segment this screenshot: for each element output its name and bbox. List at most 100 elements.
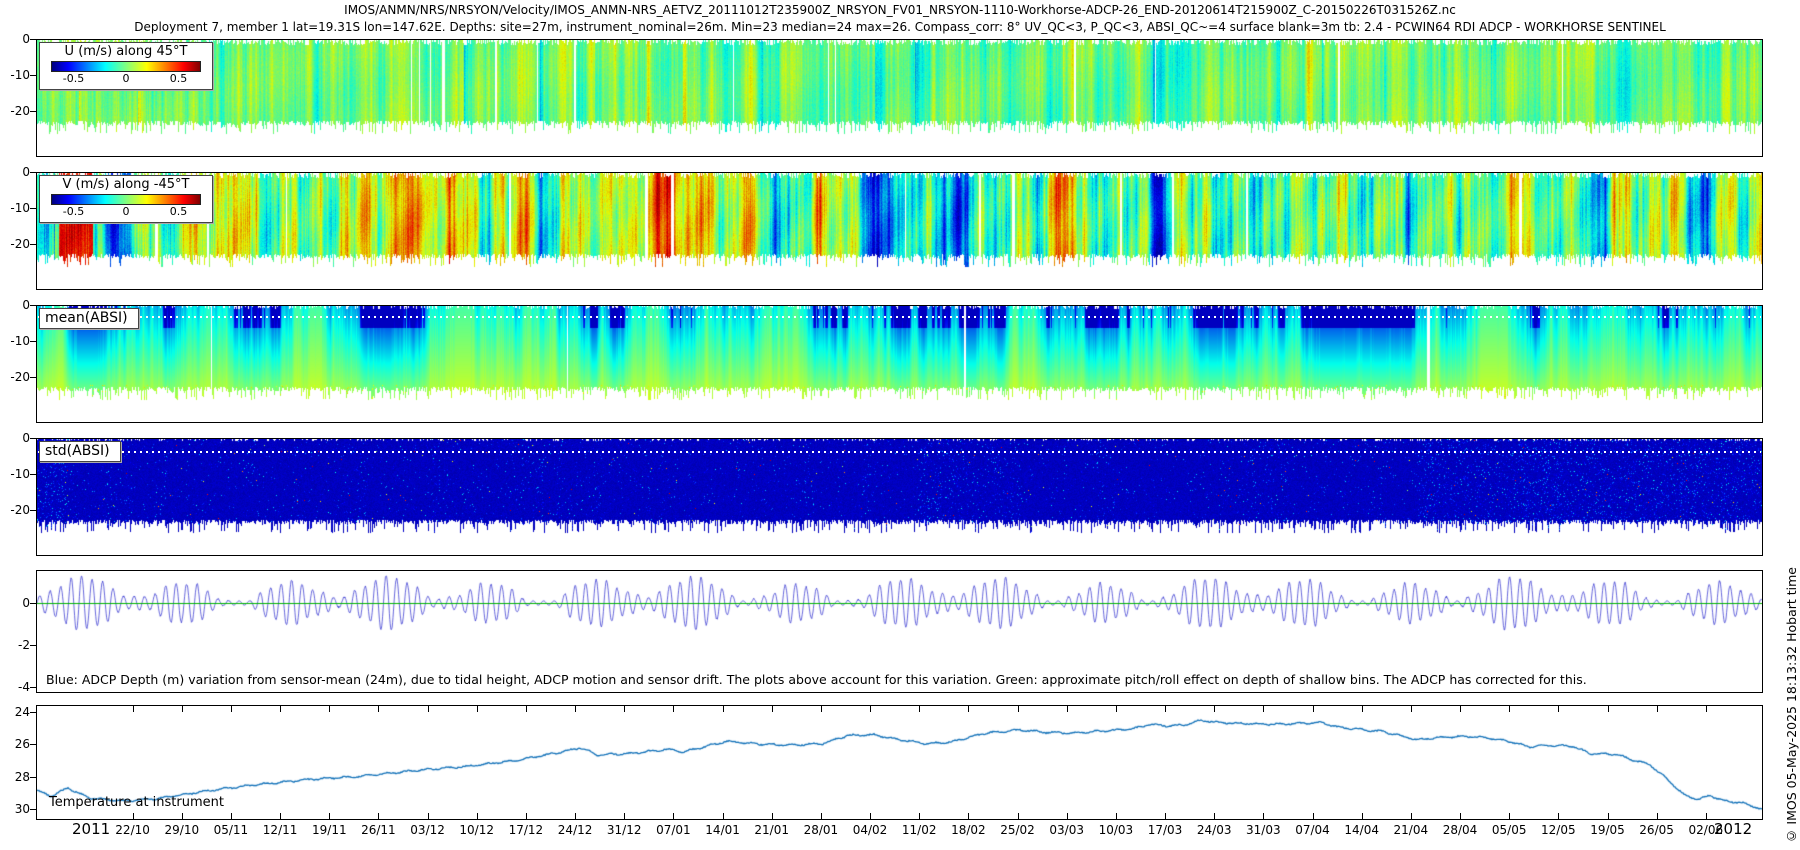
temp-xtick-bottom	[1214, 813, 1215, 819]
temp-xtick-bottom	[575, 813, 576, 819]
x-axis-date-label: 12/11	[258, 823, 302, 837]
std-absi-ytick-mark	[30, 438, 36, 439]
x-axis-date-label: 22/10	[111, 823, 155, 837]
u-colorbar-gradient	[51, 61, 201, 72]
temp-xtick-bottom	[1165, 813, 1166, 819]
temp-xtick-top	[1165, 706, 1166, 712]
x-axis-date-label: 05/05	[1487, 823, 1531, 837]
temp-xtick-bottom	[1263, 813, 1264, 819]
temp-xtick-top	[1558, 706, 1559, 712]
temp-xtick-top	[1313, 706, 1314, 712]
temp-xtick-top	[1460, 706, 1461, 712]
temp-xtick-top	[1657, 706, 1658, 712]
temp-xtick-bottom	[1411, 813, 1412, 819]
temp-xtick-bottom	[870, 813, 871, 819]
u-colorbar-legend: U (m/s) along 45°T -0.5 0 0.5	[39, 42, 213, 90]
std-absi-ytick-label: 0	[4, 431, 30, 445]
temp-xtick-bottom	[280, 813, 281, 819]
x-axis-date-label: 19/05	[1586, 823, 1630, 837]
temp-xtick-top	[526, 706, 527, 712]
mean-absi-ytick-mark	[30, 341, 36, 342]
panel-std-absi: std(ABSI)	[36, 438, 1763, 556]
temp-ytick-mark	[30, 809, 36, 810]
u-ytick-label: -20	[4, 104, 30, 118]
temp-xtick-bottom	[231, 813, 232, 819]
v-velocity-heatmap	[37, 173, 1762, 289]
temp-xtick-bottom	[477, 813, 478, 819]
temp-xtick-bottom	[919, 813, 920, 819]
temp-xtick-top	[821, 706, 822, 712]
temp-xtick-bottom	[723, 813, 724, 819]
x-axis-date-label: 05/11	[209, 823, 253, 837]
v-legend-title: V (m/s) along -45°T	[40, 177, 212, 193]
temp-ytick-mark	[30, 777, 36, 778]
temperature-label: Temperature at instrument	[49, 795, 224, 810]
temp-xtick-bottom	[182, 813, 183, 819]
x-axis-date-label: 03/03	[1045, 823, 1089, 837]
temp-xtick-top	[1411, 706, 1412, 712]
temp-xtick-top	[1509, 706, 1510, 712]
x-axis-date-label: 04/02	[848, 823, 892, 837]
temp-xtick-top	[772, 706, 773, 712]
temp-ytick-mark	[30, 712, 36, 713]
temp-xtick-top	[723, 706, 724, 712]
x-axis-date-label: 12/05	[1536, 823, 1580, 837]
temp-xtick-top	[1263, 706, 1264, 712]
temp-xtick-top	[133, 706, 134, 712]
x-axis-date-label: 21/04	[1389, 823, 1433, 837]
u-velocity-heatmap	[37, 40, 1762, 156]
temp-xtick-bottom	[968, 813, 969, 819]
u-legend-title: U (m/s) along 45°T	[40, 44, 212, 60]
temp-xtick-top	[231, 706, 232, 712]
x-axis-date-label: 17/03	[1143, 823, 1187, 837]
x-axis-date-label: 14/01	[701, 823, 745, 837]
temp-xtick-top	[968, 706, 969, 712]
temp-xtick-top	[1362, 706, 1363, 712]
v-cbar-tick-pos: 0.5	[170, 205, 188, 218]
x-axis-date-label: 07/04	[1291, 823, 1335, 837]
temp-xtick-bottom	[378, 813, 379, 819]
temp-xtick-bottom	[1558, 813, 1559, 819]
x-axis-date-label: 25/02	[996, 823, 1040, 837]
x-axis-date-label: 24/12	[553, 823, 597, 837]
depth-ytick-mark	[30, 645, 36, 646]
v-ytick-label: -20	[4, 237, 30, 251]
x-axis-date-label: 28/04	[1438, 823, 1482, 837]
mean-absi-label: mean(ABSI)	[39, 308, 139, 329]
temp-xtick-bottom	[329, 813, 330, 819]
x-axis-date-label: 07/01	[651, 823, 695, 837]
temp-xtick-top	[428, 706, 429, 712]
temp-xtick-top	[870, 706, 871, 712]
temp-xtick-top	[1018, 706, 1019, 712]
temp-xtick-bottom	[1509, 813, 1510, 819]
temp-xtick-top	[477, 706, 478, 712]
std-absi-ytick-label: -10	[4, 467, 30, 481]
temp-xtick-bottom	[133, 813, 134, 819]
temp-xtick-top	[1214, 706, 1215, 712]
x-axis-date-label: 02/06	[1684, 823, 1728, 837]
temp-ytick-label: 26	[4, 737, 30, 751]
x-axis-date-label: 14/04	[1340, 823, 1384, 837]
depth-ytick-label: -2	[4, 638, 30, 652]
depth-ytick-mark	[30, 603, 36, 604]
temp-ytick-label: 30	[4, 802, 30, 816]
mean-absi-ytick-label: 0	[4, 298, 30, 312]
copyright-vertical-text: © IMOS 05-May-2025 18:13:32 Hobart time	[1784, 567, 1799, 844]
temperature-plot	[37, 706, 1762, 819]
temp-xtick-top	[1067, 706, 1068, 712]
temp-xtick-bottom	[1362, 813, 1363, 819]
x-axis-date-label: 21/01	[750, 823, 794, 837]
temp-xtick-bottom	[821, 813, 822, 819]
u-cbar-tick-neg: -0.5	[63, 72, 84, 85]
temp-xtick-bottom	[1608, 813, 1609, 819]
u-ytick-mark	[30, 75, 36, 76]
x-axis-date-label: 31/03	[1241, 823, 1285, 837]
temp-xtick-bottom	[1116, 813, 1117, 819]
x-axis-date-label: 11/02	[897, 823, 941, 837]
mean-absi-heatmap	[37, 306, 1762, 422]
temp-xtick-bottom	[1018, 813, 1019, 819]
temp-xtick-bottom	[772, 813, 773, 819]
depth-variation-note: Blue: ADCP Depth (m) variation from sens…	[46, 672, 1587, 687]
x-axis-date-label: 29/10	[160, 823, 204, 837]
x-axis-date-label: 18/02	[946, 823, 990, 837]
